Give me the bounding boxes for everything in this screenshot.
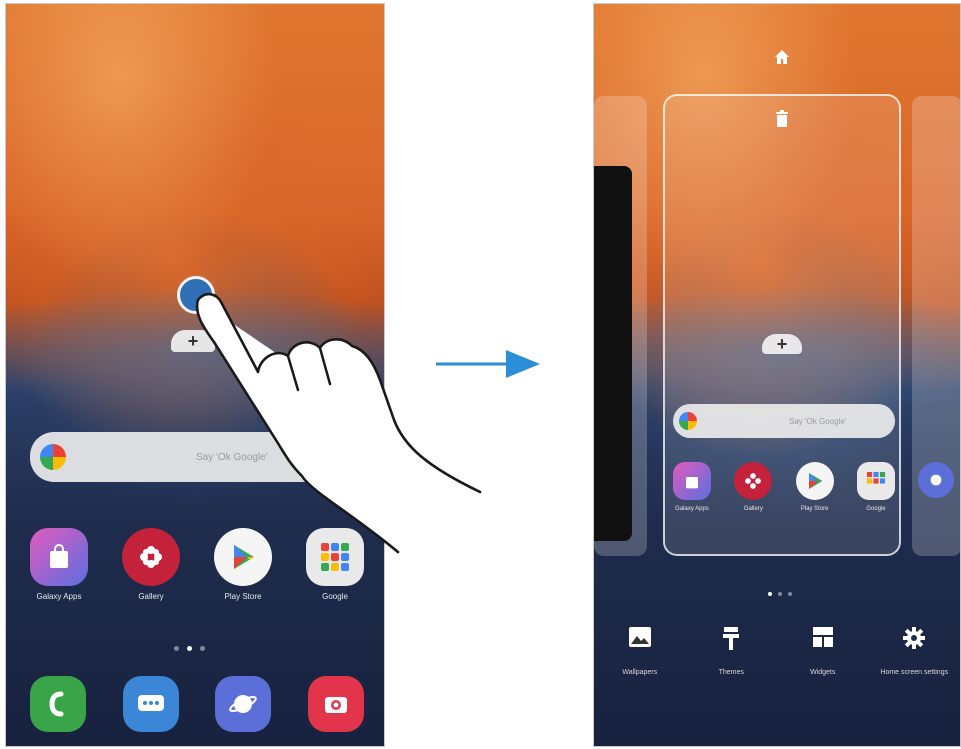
wallpaper-icon (628, 626, 652, 656)
page-dot-active (187, 646, 192, 651)
app-label: Play Store (800, 506, 829, 512)
messages-icon[interactable] (122, 676, 179, 732)
wallpapers-button[interactable]: Wallpapers (600, 626, 680, 677)
shopping-bag-icon (673, 462, 711, 500)
app-label: Gallery (743, 506, 763, 512)
menu-label: Themes (718, 669, 744, 676)
app-galaxy-apps[interactable]: Galaxy Apps (673, 462, 711, 512)
page-dot-active (768, 592, 772, 596)
camera-icon[interactable] (307, 676, 364, 732)
google-icon (40, 444, 66, 470)
app-label: Play Store (224, 592, 262, 601)
hand-pointer-icon (195, 292, 482, 554)
page-dot (788, 592, 792, 596)
app-label: Google (322, 592, 348, 601)
widgets-button[interactable]: Widgets (783, 626, 863, 677)
edit-mode-menu: Wallpapers Themes Widgets Home screen se… (594, 626, 960, 677)
themes-brush-icon (722, 626, 740, 656)
app-label: Galaxy Apps (675, 506, 709, 512)
current-page-card[interactable]: + Say 'Ok Google' Galaxy Apps Gallery Pl… (663, 94, 901, 556)
page-dot (778, 592, 782, 596)
search-placeholder: Say 'Ok Google' (789, 416, 847, 426)
themes-button[interactable]: Themes (691, 626, 771, 677)
add-page-icon[interactable]: + (762, 334, 802, 354)
app-row: Galaxy Apps Gallery Play Store Google (673, 462, 895, 512)
page-dot (200, 646, 205, 651)
menu-label: Wallpapers (622, 669, 658, 676)
phone-icon[interactable] (30, 676, 86, 732)
page-indicator (174, 646, 205, 651)
page-indicator (768, 592, 792, 596)
app-label: Google (866, 506, 886, 512)
left-panel-preview[interactable] (594, 166, 632, 541)
app-gallery[interactable]: Gallery (734, 462, 773, 512)
dock (30, 676, 364, 732)
google-icon (679, 412, 697, 430)
google-folder-icon (856, 462, 895, 500)
shopping-bag-icon (30, 528, 88, 586)
app-label: Galaxy Apps (36, 592, 82, 601)
menu-label: Widgets (810, 669, 836, 676)
gallery-flower-icon (734, 462, 773, 500)
app-gallery[interactable]: Gallery (122, 528, 180, 601)
transition-arrow-icon (436, 350, 540, 378)
internet-icon (918, 462, 954, 498)
gallery-flower-icon (122, 528, 180, 586)
internet-icon[interactable] (215, 676, 272, 732)
page-dot (174, 646, 179, 651)
play-store-icon (795, 462, 834, 500)
app-google-folder[interactable]: Google (856, 462, 895, 512)
app-label: Gallery (138, 592, 164, 601)
app-play-store[interactable]: Play Store (795, 462, 834, 512)
app-galaxy-apps[interactable]: Galaxy Apps (30, 528, 88, 601)
menu-label: Home screen settings (880, 669, 949, 676)
widgets-icon (812, 626, 834, 656)
gear-icon (902, 626, 926, 656)
home-screen-settings-button[interactable]: Home screen settings (874, 626, 954, 677)
home-screen-edit-mode: + Say 'Ok Google' Galaxy Apps Gallery Pl… (593, 3, 961, 747)
home-icon[interactable] (770, 48, 794, 71)
google-search-bar[interactable]: Say 'Ok Google' (673, 404, 895, 438)
